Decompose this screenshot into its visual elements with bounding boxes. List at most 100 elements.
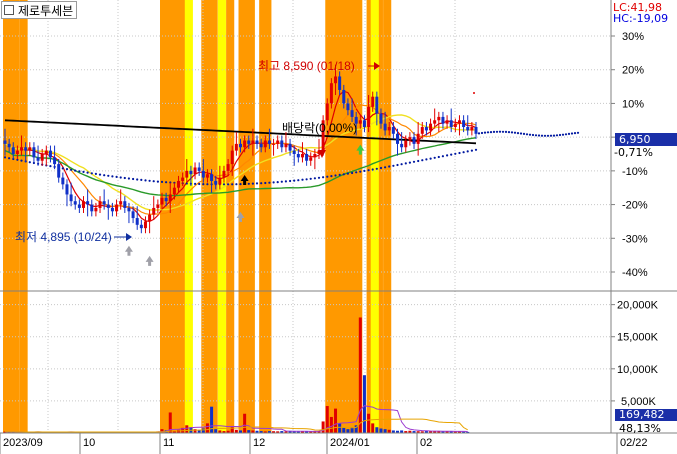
projection-dot [400,163,403,166]
projection-dot [342,173,345,176]
candle-body [234,143,238,151]
projection-dot [334,174,337,177]
candle-body [127,207,131,212]
projection-dot [433,156,436,159]
candle-body [160,197,164,205]
projection-dot [561,133,565,136]
y-tick-label: 10% [622,98,644,110]
candle-body [300,154,304,158]
volume-bar [346,429,350,433]
low-arrow-icon [126,233,132,241]
projection-dot [510,131,514,134]
candle-body [288,143,292,151]
volume-tick-label: 5,000K [621,396,657,408]
current-volume-badge: 169,482 [615,409,677,421]
candle-body [350,110,354,117]
candle-body [53,157,57,165]
projection-dot [86,171,89,174]
candle-body [152,207,156,215]
candle-body [119,201,123,205]
volume-bar [367,413,371,433]
projection-dot [61,167,64,170]
candle-body [371,96,375,107]
projection-dot [140,178,143,181]
candle-body [280,140,284,148]
projection-dot [94,172,97,175]
projection-dot [156,180,159,183]
candle-body [284,143,288,148]
candle-body [94,207,98,212]
volume-bar [362,375,366,433]
projection-dot [546,134,550,137]
symbol-title[interactable]: 제로투세븐 [1,1,78,19]
projection-dot [251,182,254,185]
projection-dot [82,170,85,173]
candle-body [226,164,230,171]
projection-dot [152,180,155,183]
candle-body [251,140,255,144]
projection-dot [483,131,487,134]
candle-body [305,154,309,161]
projection-dot [313,177,316,180]
y-tick-label: 30% [622,31,644,43]
projection-dot [90,172,93,175]
projection-dot [202,183,205,186]
projection-dot [417,159,420,163]
projection-dot [367,169,370,172]
volume-bar [358,317,362,433]
candle-body [168,194,172,202]
projection-dot [504,130,508,133]
projection-dot [194,182,197,185]
candle-body [48,150,52,158]
projection-dot [489,131,493,134]
projection-dot [462,151,465,154]
volume-bar [379,428,383,433]
projection-dot [65,168,69,171]
projection-dot [549,134,553,137]
volume-bar [201,428,205,433]
candle-body [396,133,399,144]
projection-dot [351,171,354,175]
candle-body [90,204,94,212]
candle-body [387,127,391,131]
candle-body [239,143,242,148]
candle-body [20,147,24,151]
candle-body [358,120,362,124]
candle-body [433,120,437,124]
projection-dot [522,132,526,135]
stock-chart[interactable]: 최고 8,590 (01/18) 최저 4,895 (10/24) 배당락(0,00… [0,0,677,454]
candle-body [375,96,379,114]
volume-bar [185,425,189,433]
projection-dot [525,133,529,136]
candle-body [412,137,416,144]
projection-dot [264,181,267,185]
candle-body [98,201,102,208]
projection-dot [98,173,102,176]
projection-dot [3,156,7,159]
candle-body [342,89,346,104]
projection-dot [537,134,541,137]
projection-dot [466,150,469,153]
candle-body [201,170,205,178]
candle-body [416,133,420,144]
projection-dot [293,179,296,182]
projection-dot [222,183,226,186]
candle-body [131,211,135,219]
highlight-band [217,0,226,433]
projection-dot [540,134,544,137]
candle-body [267,140,271,144]
projection-dot [480,131,484,135]
projection-dot [123,176,126,180]
candle-body [453,123,457,128]
projection-dot [543,134,547,137]
candle-body [255,140,259,144]
projection-dot [498,130,502,133]
highlight-band [3,0,20,433]
x-tick-label: 2024/01 [330,437,370,449]
projection-dot [534,134,538,137]
hc-indicator: HC:-19,09 [613,12,669,25]
signal-dot [473,92,475,94]
candle-body [457,120,461,124]
checkbox-icon[interactable] [4,5,14,15]
projection-dot [239,183,242,186]
